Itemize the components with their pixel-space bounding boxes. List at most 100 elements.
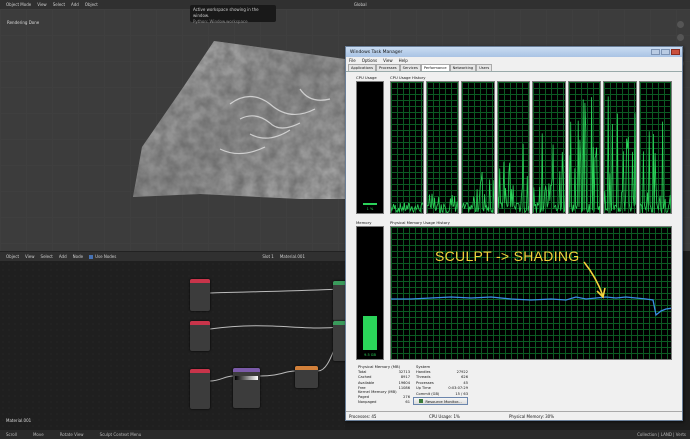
texture-node-3[interactable] xyxy=(190,369,210,409)
header-item-add[interactable]: Add xyxy=(71,2,79,7)
node-header-bar xyxy=(233,368,260,372)
node-editor-header: Object View Select Add Node Use Nodes Sl… xyxy=(0,251,345,261)
color-ramp-bar[interactable] xyxy=(235,376,258,380)
node-editor[interactable]: Material.001 xyxy=(0,261,345,430)
tab-applications[interactable]: Applications xyxy=(348,64,376,71)
node-header-bar xyxy=(190,369,210,373)
blender-statusbar: Scroll Move Rotate View Sculpt Context M… xyxy=(0,430,690,439)
workspace-tooltip: Active workspace showing in the window. … xyxy=(190,5,276,24)
cpu-core-graph xyxy=(532,81,566,214)
status-rotate: Rotate View xyxy=(59,432,84,437)
tm-menubar: File Options View Help xyxy=(346,57,682,64)
menu-options[interactable]: Options xyxy=(362,58,377,63)
viewport-header: Object Mode View Select Add Object Globa… xyxy=(0,0,690,9)
resource-monitor-label: Resource Monitor... xyxy=(425,398,462,404)
node-header-bar xyxy=(295,366,318,370)
memory-history-line xyxy=(391,296,671,317)
cpu-core-line xyxy=(639,121,672,213)
tab-users[interactable]: Users xyxy=(476,64,493,71)
colorramp-node[interactable] xyxy=(233,368,260,408)
header-item-object[interactable]: Object xyxy=(85,2,98,7)
tm-titlebar[interactable]: Windows Task Manager xyxy=(346,47,682,57)
cpu-core-graph xyxy=(496,81,530,214)
slot-dropdown[interactable]: Slot 1 xyxy=(262,254,273,259)
cpu-core-graph xyxy=(425,81,459,214)
cpu-core-line xyxy=(568,97,601,213)
cpu-core-graph xyxy=(567,81,601,214)
tab-networking[interactable]: Networking xyxy=(449,64,477,71)
tm-title: Windows Task Manager xyxy=(350,49,403,55)
cpu-core-line xyxy=(426,193,459,213)
node-menu-select[interactable]: Select xyxy=(41,254,53,259)
menu-help[interactable]: Help xyxy=(399,58,408,63)
cpu-core-line xyxy=(604,96,636,213)
cpu-usage-label: CPU Usage xyxy=(356,75,377,80)
tooltip-title: Active workspace showing in the window. xyxy=(193,7,259,18)
cpu-history-label: CPU Usage History xyxy=(390,75,426,80)
cpu-meter-bar xyxy=(363,203,377,205)
node-menu-view[interactable]: View xyxy=(25,254,35,259)
tab-services[interactable]: Services xyxy=(399,64,421,71)
material-label: Material.001 xyxy=(6,418,32,423)
node-header-bar xyxy=(190,321,210,325)
render-status-text: Rendering Done xyxy=(7,20,40,25)
memory-value: 9.5 GB xyxy=(364,353,376,357)
node-menu-add[interactable]: Add xyxy=(59,254,67,259)
node-header-bar xyxy=(333,281,345,285)
output-node[interactable] xyxy=(333,321,345,361)
screenshot-root: Object Mode View Select Add Object Globa… xyxy=(0,0,690,439)
cpu-core-line xyxy=(497,143,530,213)
texture-node-2[interactable] xyxy=(190,321,210,351)
menu-view[interactable]: View xyxy=(383,58,393,63)
cpu-usage-value: 1 % xyxy=(366,207,374,211)
annotation-text: SCULPT -> SHADING xyxy=(435,248,580,264)
cpu-core-line xyxy=(462,171,494,213)
system-stats: System Handles 27922 Threads 626 Processes… xyxy=(416,364,468,398)
orientation-dropdown[interactable]: Global xyxy=(354,2,367,7)
tab-performance[interactable]: Performance xyxy=(420,64,450,71)
header-item-view[interactable]: View xyxy=(37,2,47,7)
resource-monitor-button[interactable]: Resource Monitor... xyxy=(413,397,468,405)
node-header-bar xyxy=(333,321,345,325)
window-controls xyxy=(651,49,680,55)
header-item-select[interactable]: Select xyxy=(53,2,65,7)
memory-meter-bar xyxy=(363,315,377,350)
memory-meter: 9.5 GB xyxy=(356,226,384,360)
tooltip-python: Python: Window.workspace xyxy=(193,19,248,24)
status-context-menu: Sculpt Context Menu xyxy=(99,432,142,437)
texture-node-1[interactable] xyxy=(190,279,210,311)
mem-history-label: Physical Memory Usage History xyxy=(390,220,450,225)
task-manager-window[interactable]: Windows Task Manager File Options View H… xyxy=(345,46,683,421)
node-editor-type[interactable]: Object xyxy=(6,254,19,259)
menu-file[interactable]: File xyxy=(349,58,356,63)
cpu-core-graph xyxy=(638,81,672,214)
maximize-icon[interactable] xyxy=(661,49,670,55)
close-icon[interactable] xyxy=(671,49,680,55)
cpu-core-graph xyxy=(390,81,424,214)
status-scene-info: Collection | LAND | Verts xyxy=(637,432,686,437)
bsdf-node[interactable] xyxy=(333,281,345,321)
cpu-core-line xyxy=(533,133,565,213)
tm-tabs: Applications Processes Services Performa… xyxy=(346,64,682,72)
status-processes: Processes: 45 xyxy=(349,413,377,419)
hand-pan-icon[interactable] xyxy=(677,34,684,41)
physical-memory-stats: Physical Memory (MB) Total 32713 Cached 89… xyxy=(358,364,410,392)
zoom-icon[interactable] xyxy=(677,21,684,28)
node-header-bar xyxy=(190,279,210,283)
header-item-mode[interactable]: Object Mode xyxy=(6,2,31,7)
use-nodes-checkbox[interactable]: Use Nodes xyxy=(89,254,116,259)
status-cpu: CPU Usage: 1% xyxy=(429,413,460,419)
mix-node[interactable] xyxy=(295,366,318,388)
memory-history-graph xyxy=(390,226,672,360)
checkbox-icon xyxy=(89,255,94,259)
minimize-icon[interactable] xyxy=(651,49,660,55)
status-memory: Physical Memory: 30% xyxy=(509,413,555,419)
node-menu-node[interactable]: Node xyxy=(73,254,83,259)
tab-processes[interactable]: Processes xyxy=(375,64,400,71)
node-links xyxy=(209,288,341,382)
status-move: Move xyxy=(32,432,44,437)
material-dropdown[interactable]: Material.001 xyxy=(280,254,305,259)
tm-statusbar: Processes: 45 CPU Usage: 1% Physical Mem… xyxy=(346,411,682,420)
cpu-core-graph xyxy=(461,81,495,214)
status-scroll: Scroll xyxy=(6,432,17,437)
